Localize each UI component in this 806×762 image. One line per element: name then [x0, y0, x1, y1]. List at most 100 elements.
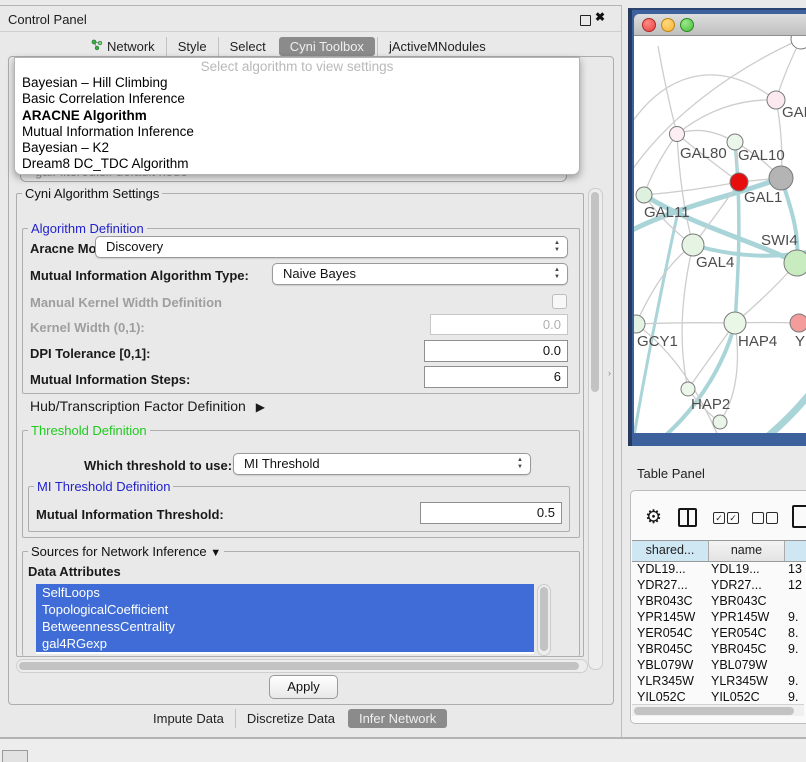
settings-vertical-scrollbar[interactable] [588, 188, 603, 670]
dropdown-item-mutual-information[interactable]: Mutual Information Inference [15, 124, 579, 140]
table-cell: YBL079W [711, 657, 788, 673]
network-node[interactable] [769, 166, 793, 190]
table-cell: YDL19... [711, 561, 788, 577]
sources-title[interactable]: Sources for Network Inference ▼ [28, 544, 224, 559]
network-edge[interactable] [658, 46, 677, 134]
table-row[interactable]: YIL052CYIL052C9. [632, 689, 806, 704]
network-node-label: GCY1 [637, 333, 678, 350]
network-edge[interactable] [636, 323, 735, 324]
control-panel-titlebar [0, 5, 621, 32]
expand-arrow-icon[interactable]: ▼ [210, 547, 221, 559]
scrollbar-thumb[interactable] [634, 707, 794, 715]
dropdown-item-aracne[interactable]: ARACNE Algorithm [15, 108, 579, 124]
network-edge[interactable] [682, 245, 693, 389]
tab-discretize-data[interactable]: Discretize Data [235, 709, 346, 728]
network-node-gal4[interactable] [682, 234, 704, 256]
table-row[interactable]: YBR045CYBR045C9. [632, 641, 806, 657]
network-node-hap4[interactable] [724, 312, 746, 334]
network-node[interactable] [713, 415, 727, 429]
unchecked-checkbox-icon[interactable] [766, 512, 778, 524]
document-icon[interactable] [792, 505, 806, 528]
network-edge[interactable] [644, 182, 739, 195]
network-window-titlebar[interactable] [634, 14, 806, 36]
network-node[interactable] [791, 36, 806, 49]
tab-impute-data[interactable]: Impute Data [142, 709, 235, 728]
traffic-light-close-icon[interactable] [642, 18, 656, 32]
list-item-selfloops[interactable]: SelfLoops [36, 584, 534, 601]
mi-threshold-input[interactable]: 0.5 [420, 502, 562, 524]
network-node-hap2[interactable] [681, 382, 695, 396]
table-row[interactable]: YPR145WYPR145W9. [632, 609, 806, 625]
manual-kernel-checkbox[interactable] [552, 294, 567, 309]
unchecked-checkbox-icon[interactable] [752, 512, 764, 524]
network-node-y[interactable] [790, 314, 806, 332]
table-cell: YBR045C [711, 641, 788, 657]
checked-checkbox-icon[interactable]: ✓ [713, 512, 725, 524]
control-panel-title: Control Panel [8, 12, 87, 27]
network-node-gal80[interactable] [670, 127, 685, 142]
network-edge[interactable] [730, 391, 806, 433]
list-item-topologicalcoefficient[interactable]: TopologicalCoefficient [36, 601, 534, 618]
column-layout-icon[interactable] [678, 508, 697, 527]
tab-style[interactable]: Style [166, 37, 218, 56]
table-row[interactable]: YDR27...YDR27...12 [632, 577, 806, 593]
table-row[interactable]: YER054CYER054C8. [632, 625, 806, 641]
minimized-panel-button[interactable] [2, 750, 28, 762]
network-canvas[interactable]: GAL80GALGAL10GAL1GAL11GAL4SWI4GCY1HAP4YH… [634, 36, 806, 433]
float-panel-icon[interactable] [580, 15, 591, 26]
tab-infer-network[interactable]: Infer Network [348, 709, 447, 728]
table-row[interactable]: YDL19...YDL19...13 [632, 561, 806, 577]
spinner-arrows-icon: ▲▼ [517, 457, 523, 471]
column-header-partial[interactable] [785, 541, 806, 561]
settings-horizontal-scrollbar[interactable] [16, 659, 588, 673]
table-cell: YBR043C [632, 593, 711, 609]
mi-steps-input[interactable]: 6 [424, 366, 568, 388]
tab-cyni-toolbox[interactable]: Cyni Toolbox [279, 37, 375, 56]
mi-algorithm-type-combobox[interactable]: Naive Bayes ▲▼ [272, 263, 568, 285]
network-node-gal11[interactable] [636, 187, 652, 203]
column-header-name[interactable]: name [709, 541, 785, 561]
network-edge[interactable] [634, 75, 776, 128]
table-row[interactable]: YBL079WYBL079W [632, 657, 806, 673]
attributes-list-scrollbar[interactable] [537, 584, 551, 656]
table-horizontal-scrollbar[interactable] [632, 704, 804, 716]
panel-splitter[interactable]: › [608, 368, 611, 378]
list-item-gal4rgexp[interactable]: gal4RGexp [36, 635, 534, 652]
network-node-swi4[interactable] [784, 250, 806, 276]
hub-definition-section[interactable]: Hub/Transcription Factor Definition ▶ [30, 398, 265, 414]
traffic-light-minimize-icon[interactable] [661, 18, 675, 32]
dpi-tolerance-input[interactable]: 0.0 [424, 340, 568, 362]
tab-network-label: Network [107, 39, 155, 54]
which-threshold-combobox[interactable]: MI Threshold ▲▼ [233, 453, 531, 475]
table-row[interactable]: YBR043CYBR043C [632, 593, 806, 609]
apply-button[interactable]: Apply [269, 675, 338, 699]
tab-network[interactable]: Network [80, 37, 166, 56]
scrollbar-thumb[interactable] [591, 192, 599, 392]
traffic-light-zoom-icon[interactable] [680, 18, 694, 32]
aracne-mode-combobox[interactable]: Discovery ▲▼ [95, 236, 568, 258]
scrollbar-thumb[interactable] [540, 587, 548, 651]
gear-icon[interactable]: ⚙ [645, 506, 662, 529]
network-edge[interactable] [644, 134, 677, 195]
table-cell: YLR345W [632, 673, 711, 689]
table-body[interactable]: YDL19...YDL19...13YDR27...YDR27...12YBR0… [632, 561, 806, 704]
table-cell: YBL079W [632, 657, 711, 673]
dropdown-item-bayesian-k2[interactable]: Bayesian – K2 [15, 140, 579, 156]
tab-select[interactable]: Select [218, 37, 277, 56]
close-icon[interactable]: ✖ [595, 10, 605, 24]
dropdown-item-bayesian-hill-climbing[interactable]: Bayesian – Hill Climbing [15, 75, 579, 91]
column-header-shared-name[interactable]: shared... [632, 541, 709, 561]
network-tab-icon [91, 39, 103, 54]
checked-checkbox-icon[interactable]: ✓ [727, 512, 739, 524]
dropdown-item-dream8[interactable]: Dream8 DC_TDC Algorithm [15, 156, 579, 172]
dropdown-item-basic-correlation[interactable]: Basic Correlation Inference [15, 91, 579, 107]
data-attributes-list[interactable]: SelfLoops TopologicalCoefficient Between… [36, 584, 534, 654]
scrollbar-thumb[interactable] [19, 662, 579, 670]
network-edge[interactable] [677, 100, 776, 134]
tab-jactivemnodules[interactable]: jActiveMNodules [377, 37, 497, 56]
list-item-betweennesscentrality[interactable]: BetweennessCentrality [36, 618, 534, 635]
collapse-arrow-icon[interactable]: ▶ [256, 400, 265, 414]
table-row[interactable]: YLR345WYLR345W9. [632, 673, 806, 689]
network-edge[interactable] [636, 245, 693, 324]
network-node-label: GAL10 [738, 147, 785, 164]
